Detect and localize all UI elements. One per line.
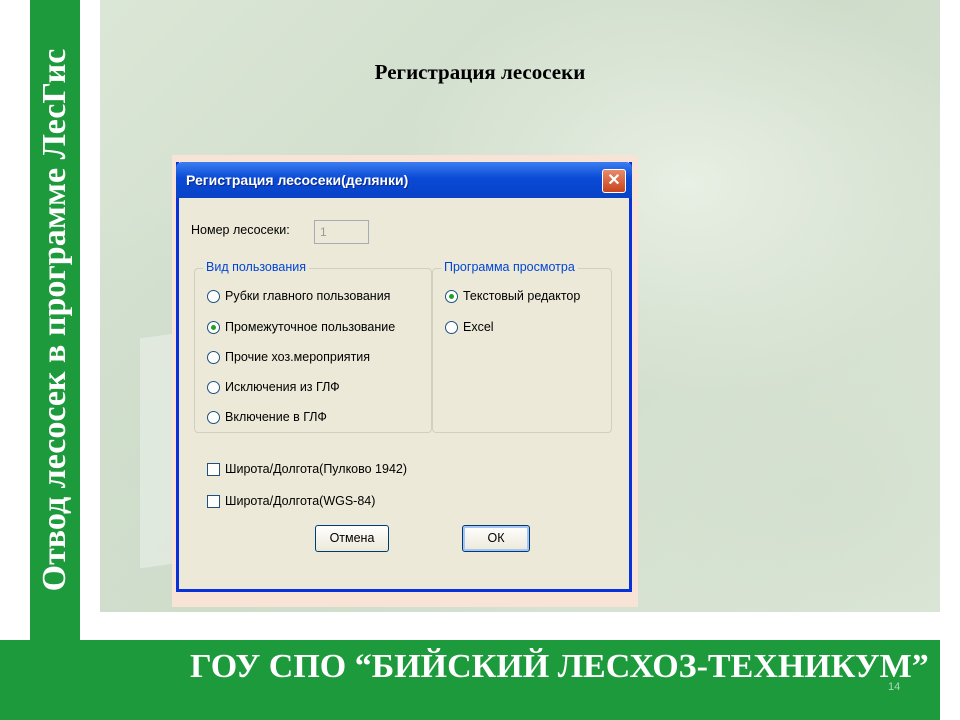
radio-icon [207, 350, 220, 364]
institution-name: ГОУ СПО “БИЙСКИЙ ЛЕСХОЗ-ТЕХНИКУМ” [190, 648, 929, 685]
checkbox-pulkovo[interactable]: Широта/Долгота(Пулково 1942) [207, 462, 407, 476]
radio-inclusion[interactable]: Включение в ГЛФ [207, 410, 327, 424]
radio-other-activities[interactable]: Прочие хоз.мероприятия [207, 350, 370, 364]
radio-selected-icon [445, 289, 458, 303]
dialog-titlebar[interactable]: Регистрация лесосеки(делянки) ✕ [176, 162, 632, 198]
radio-label: Промежуточное пользование [225, 320, 396, 334]
radio-intermediate-use[interactable]: Промежуточное пользование [207, 320, 395, 334]
radio-text-editor[interactable]: Текстовый редактор [445, 289, 580, 303]
radio-label: Рубки главного пользования [225, 289, 391, 303]
number-field[interactable]: 1 [314, 220, 369, 244]
radio-main-felling[interactable]: Рубки главного пользования [207, 289, 390, 303]
number-label: Номер лесосеки: [191, 223, 290, 237]
radio-exclusion[interactable]: Исключения из ГЛФ [207, 380, 340, 394]
radio-label: Исключения из ГЛФ [225, 380, 340, 394]
slide-title: Регистрация лесосеки [374, 60, 586, 84]
page-number: 14 [888, 681, 901, 693]
radio-excel[interactable]: Excel [445, 320, 494, 334]
radio-label: Включение в ГЛФ [225, 410, 327, 424]
checkbox-wgs84[interactable]: Широта/Долгота(WGS-84) [207, 494, 375, 508]
radio-label: Excel [463, 320, 494, 334]
ok-button[interactable]: ОК [462, 525, 530, 552]
radio-icon [207, 380, 220, 394]
radio-icon [207, 410, 220, 424]
cancel-button[interactable]: Отмена [315, 525, 389, 552]
usage-group-legend: Вид пользования [203, 260, 309, 274]
side-title: Отвод лесосек в программе ЛесГис [36, 48, 73, 592]
viewer-group-legend: Программа просмотра [441, 260, 578, 274]
registration-dialog: Регистрация лесосеки(делянки) ✕ Номер ле… [176, 162, 632, 592]
dialog-title: Регистрация лесосеки(делянки) [186, 172, 409, 188]
radio-label: Прочие хоз.мероприятия [225, 350, 371, 364]
checkbox-label: Широта/Долгота(WGS-84) [225, 494, 376, 508]
radio-icon [207, 289, 220, 303]
checkbox-label: Широта/Долгота(Пулково 1942) [225, 462, 408, 476]
radio-selected-icon [207, 320, 220, 334]
checkbox-icon [207, 494, 220, 508]
close-icon[interactable]: ✕ [602, 169, 626, 193]
checkbox-icon [207, 462, 220, 476]
radio-label: Текстовый редактор [463, 289, 581, 303]
radio-icon [445, 320, 458, 334]
